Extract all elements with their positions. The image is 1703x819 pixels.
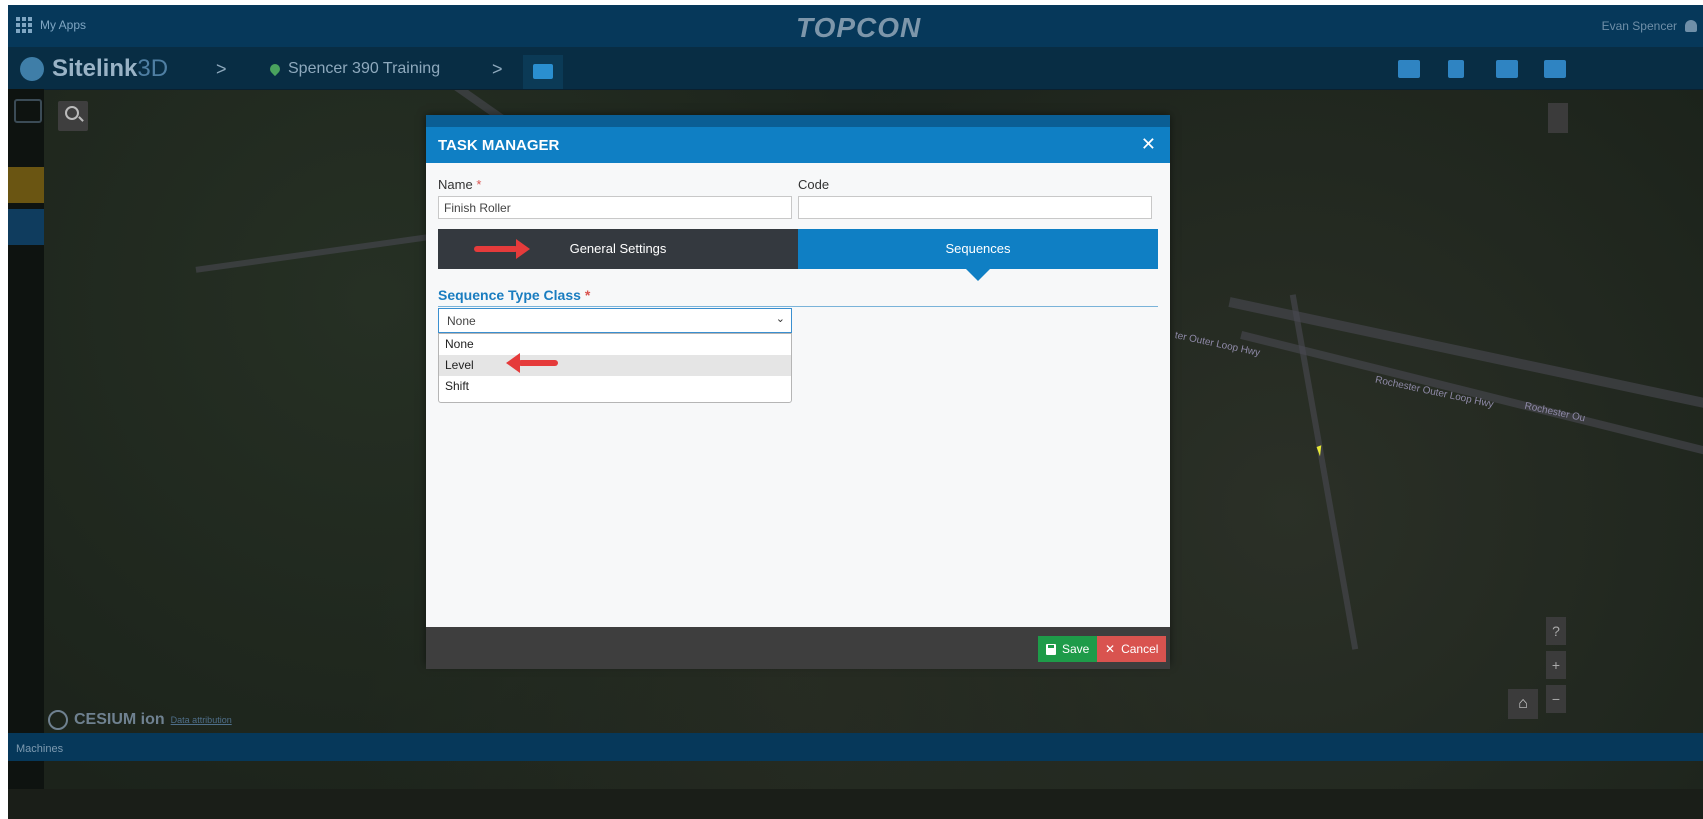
app-frame: ter Outer Loop Hwy Rochester Outer Loop … — [8, 5, 1703, 819]
sequence-type-class-heading: Sequence Type Class * — [438, 287, 1158, 307]
name-input[interactable]: Finish Roller — [438, 196, 792, 219]
option-shift[interactable]: Shift — [439, 376, 791, 397]
cancel-button[interactable]: ✕ Cancel — [1097, 636, 1167, 662]
breadcrumb-separator: > — [492, 59, 503, 79]
project-selector[interactable]: Spencer 390 Training — [267, 60, 441, 78]
save-label: Save — [1062, 642, 1090, 656]
data-attribution-link[interactable]: Data attribution — [171, 715, 232, 725]
sequence-type-select[interactable]: None ⌄ — [438, 308, 792, 333]
app-name: Sitelink3D — [52, 55, 168, 83]
my-apps-button[interactable]: My Apps — [16, 17, 86, 33]
dialog-header: TASK MANAGER ✕ — [426, 127, 1170, 163]
globe-button[interactable] — [1548, 103, 1568, 133]
task-icon — [533, 64, 553, 79]
zoom-in-button[interactable]: + — [1546, 651, 1566, 679]
my-apps-label: My Apps — [40, 18, 87, 32]
option-level[interactable]: Level — [439, 355, 791, 376]
dialog-title: TASK MANAGER — [438, 137, 560, 154]
location-pin-icon — [267, 61, 283, 77]
annotation-arrow-left — [506, 353, 558, 373]
cancel-label: Cancel — [1121, 642, 1159, 656]
name-label: Name * — [438, 177, 481, 192]
machines-label[interactable]: Machines — [16, 743, 63, 755]
breadcrumb-separator: > — [216, 59, 227, 79]
topcon-logo: TOPCON — [796, 12, 921, 44]
user-name: Evan Spencer — [1601, 19, 1677, 33]
map-controls: ? + − — [1546, 617, 1566, 719]
bottom-bar: Machines — [8, 733, 1703, 761]
database-icon[interactable] — [1448, 60, 1464, 78]
machine-tile[interactable] — [8, 167, 44, 203]
code-label: Code — [798, 177, 830, 192]
cesium-icon — [48, 710, 68, 730]
save-button[interactable]: Save — [1038, 636, 1098, 662]
app-header: My Apps TOPCON Evan Spencer — [8, 5, 1703, 47]
close-icon[interactable]: ✕ — [1141, 134, 1156, 155]
required-mark: * — [476, 177, 482, 192]
tab-sequences[interactable]: Sequences — [798, 229, 1158, 281]
search-icon — [65, 106, 79, 120]
mouse-cursor-icon — [1316, 443, 1330, 457]
dialog-footer: Save ✕ Cancel — [426, 627, 1170, 669]
apps-grid-icon — [16, 17, 32, 33]
layers-icon[interactable] — [14, 99, 42, 123]
dialog-header-shadow — [426, 115, 1170, 127]
folder-icon[interactable] — [1398, 60, 1420, 78]
option-none[interactable]: None — [439, 334, 791, 355]
name-label-text: Name — [438, 177, 473, 192]
settings-users-icon[interactable] — [1544, 60, 1566, 78]
left-sidebar — [8, 89, 44, 789]
sitelink-icon — [20, 57, 44, 81]
project-name: Spencer 390 Training — [288, 60, 441, 77]
cesium-attribution: CESIUM ion Data attribution — [48, 710, 232, 730]
nav-bar: Sitelink3D > Spencer 390 Training > — [8, 47, 1703, 90]
task-nav-button[interactable] — [523, 55, 563, 89]
brand-text: TOPCON — [796, 12, 922, 43]
app-name-thin: 3D — [137, 55, 169, 82]
chart-icon[interactable] — [1496, 60, 1518, 78]
select-value: None — [447, 314, 476, 328]
zoom-out-button[interactable]: − — [1546, 685, 1566, 713]
machine-tile[interactable] — [8, 209, 44, 245]
chevron-down-icon: ⌄ — [775, 313, 785, 325]
tab-bar: General Settings Sequences — [438, 229, 1158, 281]
required-mark: * — [584, 287, 591, 303]
user-menu[interactable]: Evan Spencer — [1602, 19, 1697, 33]
annotation-arrow-right — [474, 239, 530, 259]
map-road — [1289, 294, 1359, 650]
cesium-brand: CESIUM ion — [74, 711, 165, 728]
map-label: Rochester Ou — [1523, 400, 1587, 425]
code-input[interactable] — [798, 196, 1152, 219]
app-name-bold: Sitelink — [52, 55, 138, 82]
close-icon: ✕ — [1105, 642, 1116, 656]
floppy-disk-icon — [1046, 643, 1056, 655]
sequence-type-options: None Level Shift — [438, 333, 792, 403]
section-title-text: Sequence Type Class — [438, 287, 581, 303]
map-search-button[interactable] — [58, 101, 88, 131]
task-manager-dialog: TASK MANAGER ✕ Name * Code Finish Roller… — [426, 115, 1170, 669]
home-button[interactable]: ⌂ — [1508, 689, 1538, 719]
user-icon — [1685, 20, 1697, 32]
sitelink-logo[interactable]: Sitelink3D — [20, 55, 168, 83]
help-button[interactable]: ? — [1546, 617, 1566, 645]
